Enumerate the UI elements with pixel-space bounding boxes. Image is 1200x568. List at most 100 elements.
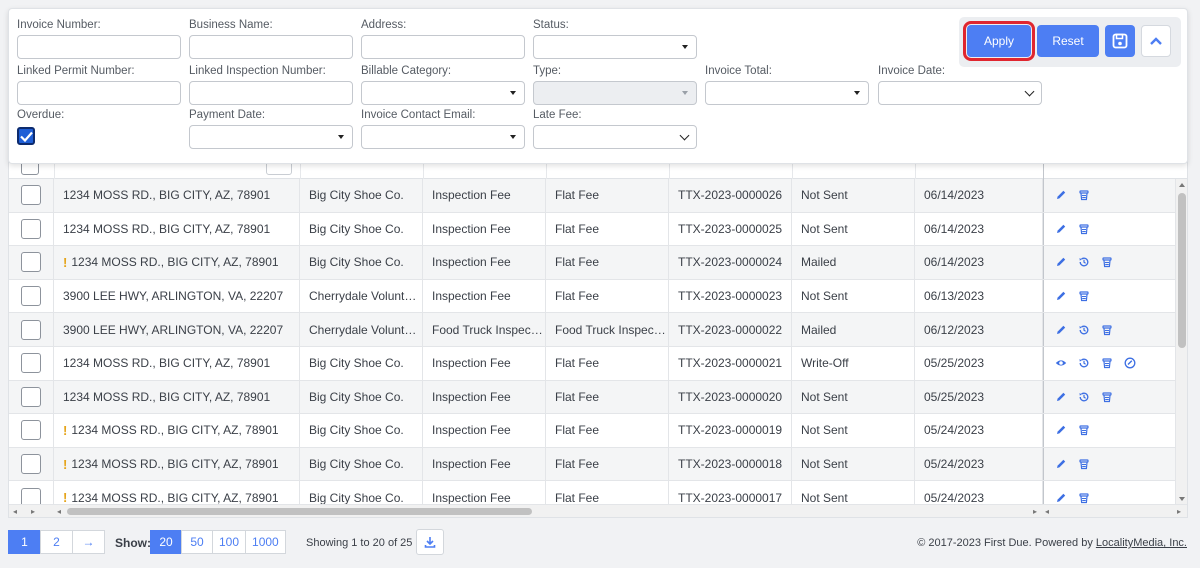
address-cell: 1234 MOSS RD., BIG CITY, AZ, 78901: [54, 212, 300, 246]
row-checkbox[interactable]: [21, 353, 41, 374]
apply-button[interactable]: Apply: [963, 21, 1035, 61]
page-size-option[interactable]: 1000: [245, 530, 286, 554]
pencil-icon: [1057, 426, 1066, 435]
reset-button[interactable]: Reset: [1037, 25, 1099, 57]
delete-action-button[interactable]: [1077, 491, 1091, 505]
next-page-button[interactable]: →: [72, 530, 105, 554]
edit-action-button[interactable]: [1054, 188, 1068, 202]
horizontal-scrollbar[interactable]: ◂ ▸ ◂ ▸ ◂ ▸: [9, 504, 1187, 517]
edit-action-button[interactable]: [1054, 255, 1068, 269]
address-input[interactable]: [361, 35, 525, 59]
edit-action-button[interactable]: [1054, 289, 1068, 303]
delete-action-button[interactable]: [1100, 356, 1114, 370]
overdue-checkbox[interactable]: [17, 127, 35, 145]
type-select[interactable]: [533, 81, 697, 105]
row-checkbox[interactable]: [21, 218, 41, 239]
table-row[interactable]: 1234 MOSS RD., BIG CITY, AZ, 78901 Big Ci…: [9, 179, 1177, 213]
scroll-right-icon[interactable]: ▸: [31, 508, 35, 516]
download-button[interactable]: [416, 529, 444, 555]
table-row[interactable]: 3900 LEE HWY, ARLINGTON, VA, 22207 Cherry…: [9, 279, 1177, 314]
edit-action-button[interactable]: [1054, 222, 1068, 236]
scroll-left-icon[interactable]: ◂: [57, 508, 61, 516]
trash-icon: [1102, 392, 1112, 402]
table-row[interactable]: 3900 LEE HWY, ARLINGTON, VA, 22207 Cherry…: [9, 313, 1177, 347]
business-cell: Big City Shoe Co.: [300, 179, 423, 212]
locality-media-link[interactable]: LocalityMedia, Inc.: [1096, 537, 1187, 549]
delete-action-button[interactable]: [1077, 222, 1091, 236]
table-row[interactable]: ! 1234 MOSS RD., BIG CITY, AZ, 78901 Big C…: [9, 246, 1177, 280]
invoice-total-select[interactable]: [705, 81, 869, 105]
scroll-right-icon[interactable]: ▸: [1177, 508, 1181, 516]
invoice-number-input[interactable]: [17, 35, 181, 59]
history-action-button[interactable]: [1077, 255, 1091, 269]
scroll-up-icon[interactable]: [1179, 183, 1185, 187]
status-select[interactable]: [533, 35, 697, 59]
edit-action-button[interactable]: [1054, 457, 1068, 471]
delete-action-button[interactable]: [1100, 323, 1114, 337]
delete-action-button[interactable]: [1077, 423, 1091, 437]
delete-action-button[interactable]: [1077, 188, 1091, 202]
vertical-scroll-thumb[interactable]: [1178, 193, 1186, 348]
edit-action-button[interactable]: [1054, 423, 1068, 437]
invoice-table: 1234 MOSS RD., BIG CITY, AZ, 78901 Big Ci…: [8, 150, 1188, 518]
actions-cell: [1043, 414, 1177, 447]
payment-date-select[interactable]: [189, 125, 353, 149]
table-row[interactable]: ! 1234 MOSS RD., BIG CITY, AZ, 78901 Big C…: [9, 447, 1177, 482]
save-filter-button[interactable]: [1105, 25, 1135, 57]
delete-action-button[interactable]: [1100, 255, 1114, 269]
status-label: Status:: [533, 19, 569, 31]
row-checkbox[interactable]: [21, 386, 41, 407]
actions-cell: [1043, 313, 1177, 346]
table-row[interactable]: ! 1234 MOSS RD., BIG CITY, AZ, 78901 Big C…: [9, 414, 1177, 448]
invoice-contact-email-select[interactable]: [361, 125, 525, 149]
page-button[interactable]: 1: [8, 530, 41, 554]
row-checkbox[interactable]: [21, 185, 41, 206]
scroll-left-icon[interactable]: ◂: [1045, 508, 1049, 516]
billable-category-select[interactable]: [361, 81, 525, 105]
late-fee-select[interactable]: [533, 125, 697, 149]
view-action-button[interactable]: [1054, 356, 1068, 370]
date-cell: 06/14/2023: [915, 179, 1043, 212]
delete-action-button[interactable]: [1100, 390, 1114, 404]
page-size-option[interactable]: 50: [181, 530, 213, 554]
vertical-scrollbar[interactable]: [1175, 179, 1187, 505]
address-text: 1234 MOSS RD., BIG CITY, AZ, 78901: [71, 457, 279, 472]
linked-inspection-number-label: Linked Inspection Number:: [189, 65, 326, 77]
row-checkbox[interactable]: [21, 454, 41, 475]
horizontal-scroll-thumb[interactable]: [67, 508, 532, 515]
caret-down-icon: [510, 91, 516, 95]
page-size-option[interactable]: 20: [150, 530, 182, 554]
row-checkbox[interactable]: [21, 420, 41, 441]
row-checkbox[interactable]: [21, 252, 41, 273]
category-cell: Inspection Fee: [423, 246, 546, 279]
scroll-left-icon[interactable]: ◂: [13, 508, 17, 516]
history-action-button[interactable]: [1077, 390, 1091, 404]
edit-action-button[interactable]: [1054, 323, 1068, 337]
table-row[interactable]: 1234 MOSS RD., BIG CITY, AZ, 78901 Big Ci…: [9, 212, 1177, 247]
edit-action-button[interactable]: [1054, 491, 1068, 505]
delete-action-button[interactable]: [1077, 289, 1091, 303]
linked-permit-number-input[interactable]: [17, 81, 181, 105]
linked-inspection-number-input[interactable]: [189, 81, 353, 105]
paid-action-button[interactable]: [1123, 356, 1137, 370]
row-checkbox[interactable]: [21, 286, 41, 307]
edit-action-button[interactable]: [1054, 390, 1068, 404]
table-row[interactable]: 1234 MOSS RD., BIG CITY, AZ, 78901 Big Ci…: [9, 346, 1177, 381]
category-text: Inspection Fee: [432, 389, 511, 404]
page-button[interactable]: 2: [40, 530, 73, 554]
business-name-input[interactable]: [189, 35, 353, 59]
table-row[interactable]: 1234 MOSS RD., BIG CITY, AZ, 78901 Big Ci…: [9, 380, 1177, 415]
page-size-selector: 20 50 100 1000: [150, 530, 286, 554]
invoice-date-select[interactable]: [878, 81, 1042, 105]
row-checkbox[interactable]: [21, 319, 41, 340]
delete-action-button[interactable]: [1077, 457, 1091, 471]
collapse-filters-button[interactable]: [1141, 25, 1171, 57]
status-cell: Not Sent: [792, 212, 915, 246]
history-action-button[interactable]: [1077, 356, 1091, 370]
show-label: Show:: [115, 536, 151, 550]
page-size-option[interactable]: 100: [212, 530, 247, 554]
scroll-down-icon[interactable]: [1179, 497, 1185, 501]
scroll-right-icon[interactable]: ▸: [1033, 508, 1037, 516]
invoice-contact-email-filter: Invoice Contact Email:: [361, 109, 525, 149]
history-action-button[interactable]: [1077, 323, 1091, 337]
